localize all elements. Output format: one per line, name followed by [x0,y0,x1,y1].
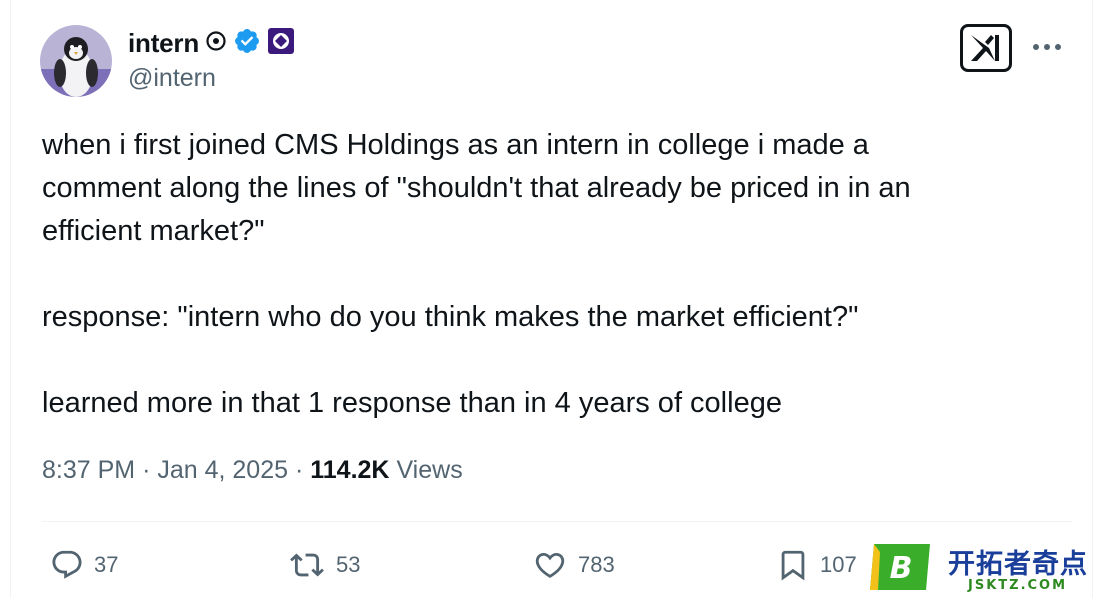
avatar[interactable] [40,25,112,97]
meta-separator: · [142,456,151,484]
tweet-time[interactable]: 8:37 PM [42,456,135,484]
reply-count: 37 [94,552,119,577]
tweet-text-line: efficient market?" [42,215,265,247]
meta-separator: · [294,456,304,484]
repost-count: 53 [336,552,361,577]
card-border-right [1092,0,1093,598]
tweet-text-line: response: "intern who do you think makes… [42,301,859,333]
watermark-b-icon: B [870,544,930,590]
tweet-meta: 8:37 PM · Jan 4, 2025 · 114.2K Views [42,456,463,485]
watermark-b-letter: B [890,551,913,586]
watermark-cn-text: 开拓者奇点 [948,549,1088,580]
xai-logo-icon[interactable] [960,24,1012,72]
author-name-row: intern [128,26,295,60]
watermark-en-text: JSKTZ.COM [968,578,1068,593]
watermark-logo: B 开拓者奇点 JSKTZ.COM [868,538,1100,596]
repost-button[interactable]: 53 [288,544,360,586]
avatar-penguin-icon [40,25,112,97]
bookmark-count: 107 [820,552,857,577]
tweet-text: when i first joined CMS Holdings as an i… [42,124,1072,425]
pin-circle-icon [205,30,227,57]
views-count: 114.2K [310,456,390,484]
verified-badge-icon[interactable] [233,27,261,60]
card-border-left [10,0,11,598]
like-count: 783 [578,552,615,577]
reply-icon [50,548,84,582]
reply-button[interactable]: 37 [50,544,118,586]
affiliate-badge-icon[interactable] [267,27,295,60]
tweet-text-line: comment along the lines of "shouldn't th… [42,172,911,204]
views-label: Views [396,456,463,484]
bookmark-button[interactable]: 107 [776,544,857,586]
author-handle[interactable]: @intern [128,64,216,93]
tweet-card: intern @intern when i first joined CMS H… [0,0,1108,598]
tweet-text-line: when i first joined CMS Holdings as an i… [42,129,869,161]
author-display-name[interactable]: intern [128,28,199,59]
more-icon[interactable] [1028,32,1066,62]
tweet-text-line: learned more in that 1 response than in … [42,387,782,419]
like-icon [532,548,568,582]
repost-icon [288,548,326,582]
tweet-date[interactable]: Jan 4, 2025 [157,456,288,484]
divider [42,521,1072,522]
bookmark-icon [776,547,810,583]
like-button[interactable]: 783 [532,544,615,586]
